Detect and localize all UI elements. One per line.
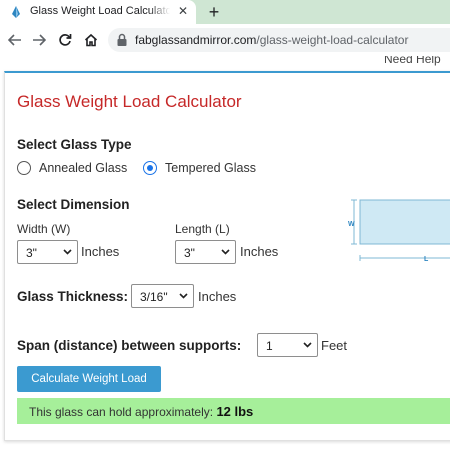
back-button[interactable] — [4, 29, 26, 51]
chevron-down-icon — [63, 249, 72, 255]
lock-icon — [117, 33, 127, 46]
tab-title: Glass Weight Load Calculator - F — [30, 5, 170, 17]
dimension-heading: Select Dimension — [17, 197, 130, 212]
thickness-select[interactable]: 3/16" — [131, 284, 194, 308]
span-select-value: 1 — [266, 339, 273, 353]
thickness-label: Glass Thickness: — [17, 289, 129, 304]
site-top-strip: Need Help — [0, 56, 450, 70]
glass-type-heading: Select Glass Type — [17, 137, 132, 152]
span-label: Span (distance) between supports: — [17, 338, 242, 353]
browser-tab[interactable]: Glass Weight Load Calculator - F ✕ — [0, 0, 196, 24]
width-select-value: 3" — [26, 246, 37, 260]
width-unit: Inches — [81, 244, 120, 259]
reload-button[interactable] — [54, 29, 76, 51]
home-icon — [84, 33, 98, 47]
url-path: /glass-weight-load-calculator — [256, 33, 409, 47]
result-prefix: This glass can hold approximately: — [29, 405, 214, 419]
home-button[interactable] — [80, 29, 102, 51]
site-favicon-icon — [12, 6, 20, 18]
calculate-weight-load-button[interactable]: Calculate Weight Load — [17, 366, 161, 392]
length-select-value: 3" — [184, 246, 195, 260]
chevron-down-icon — [303, 342, 312, 348]
browser-toolbar: fabglassandmirror.com/glass-weight-load-… — [0, 24, 450, 56]
reload-icon — [59, 34, 72, 46]
tab-close-icon[interactable]: ✕ — [176, 4, 190, 18]
back-arrow-icon — [8, 34, 21, 46]
width-select[interactable]: 3" — [17, 240, 78, 264]
new-tab-icon[interactable]: + — [204, 2, 224, 22]
diagram-l-label: L — [424, 256, 429, 263]
tempered-glass-radio[interactable] — [143, 161, 157, 175]
thickness-unit: Inches — [198, 289, 237, 304]
annealed-glass-radio[interactable] — [17, 161, 31, 175]
chevron-down-icon — [179, 293, 188, 299]
result-banner: This glass can hold approximately: 12 lb… — [17, 398, 450, 424]
annealed-glass-label[interactable]: Annealed Glass — [39, 161, 127, 175]
result-text: This glass can hold approximately: 12 lb… — [29, 404, 253, 419]
length-select[interactable]: 3" — [175, 240, 236, 264]
thickness-select-value: 3/16" — [140, 290, 168, 304]
span-select[interactable]: 1 — [257, 333, 318, 357]
url-host: fabglassandmirror.com — [135, 33, 257, 47]
glass-dimension-diagram: W L — [348, 199, 450, 263]
browser-tabstrip: Glass Weight Load Calculator - F ✕ + — [0, 0, 450, 24]
result-value: 12 lbs — [216, 404, 254, 419]
forward-arrow-icon — [33, 34, 46, 46]
diagram-w-label: W — [348, 221, 355, 228]
chevron-down-icon — [221, 249, 230, 255]
calculator-title: Glass Weight Load Calculator — [17, 92, 242, 111]
forward-button[interactable] — [28, 29, 50, 51]
width-label: Width (W) — [17, 222, 71, 236]
url-text: fabglassandmirror.com/glass-weight-load-… — [135, 33, 408, 47]
tempered-glass-label[interactable]: Tempered Glass — [165, 161, 256, 175]
address-bar[interactable]: fabglassandmirror.com/glass-weight-load-… — [108, 28, 450, 52]
length-unit: Inches — [240, 244, 279, 259]
span-unit: Feet — [321, 338, 348, 353]
length-label: Length (L) — [175, 222, 230, 236]
need-help-link[interactable]: Need Help — [384, 56, 441, 66]
